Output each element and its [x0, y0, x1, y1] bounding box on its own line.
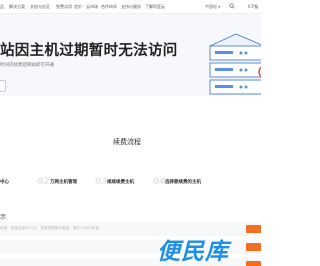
notice-action-button[interactable]: [246, 261, 261, 266]
icp-link[interactable]: ICP备: [248, 4, 258, 9]
nav-item-pricing[interactable]: 定价: [74, 4, 82, 9]
step-number: 02: [37, 177, 50, 187]
banner-action-button[interactable]: [0, 80, 6, 92]
step-label: 续续续费主机: [107, 180, 134, 185]
nav-item-free-trial[interactable]: 免费试用: [56, 4, 72, 9]
nav-item-marketplace[interactable]: 云市场: [86, 4, 98, 9]
renewal-process-title: 续费流程: [113, 138, 141, 146]
step-3: 03 续续续费主机: [95, 177, 145, 189]
notice-title: 示: [0, 214, 7, 221]
step-number: 03: [95, 177, 108, 187]
step-2: 02 万网主机管理: [37, 177, 87, 189]
nav-item-partners[interactable]: 合作伙伴: [101, 4, 117, 9]
nav-item-products[interactable]: 品: [0, 4, 4, 9]
page-title: 站因主机过期暂时无法访问: [0, 43, 178, 59]
page-subtitle: 时间内续费后网站即可开通: [0, 63, 54, 68]
step-label: 中心: [0, 180, 9, 185]
nav-item-docs[interactable]: 文档与社区: [30, 4, 50, 9]
nav-item-solutions[interactable]: 解决方案: [9, 4, 25, 9]
step-number: 04: [153, 177, 166, 187]
server-rack-icon: [206, 26, 261, 96]
notice-action-button[interactable]: [246, 243, 261, 251]
nav-item-support[interactable]: 支持与服务: [121, 4, 141, 9]
step-label: 选择要续费的主机: [165, 180, 201, 185]
step-label: 万网主机管理: [50, 180, 77, 185]
language-selector[interactable]: 中国站 ▾: [205, 4, 220, 9]
site-watermark: 便民库: [157, 239, 229, 265]
top-nav-bar: 品 解决方案 文档与社区 免费试用 定价 云市场 合作伙伴 支持与服务 了解阿里…: [0, 0, 261, 14]
nav-item-about[interactable]: 了解阿里云: [145, 4, 165, 9]
hero-banner: 站因主机过期暂时无法访问 时间内续费后网站即可开通: [0, 14, 261, 96]
step-1: 01 中心: [0, 177, 40, 189]
search-icon[interactable]: [229, 3, 235, 10]
notice-action-button[interactable]: [246, 225, 261, 233]
step-4: 04 选择要续费的主机: [153, 177, 223, 189]
notice-row-text: 续费，数据会保存15天，如果需要备份数据，需在15天内申请: [0, 226, 99, 230]
